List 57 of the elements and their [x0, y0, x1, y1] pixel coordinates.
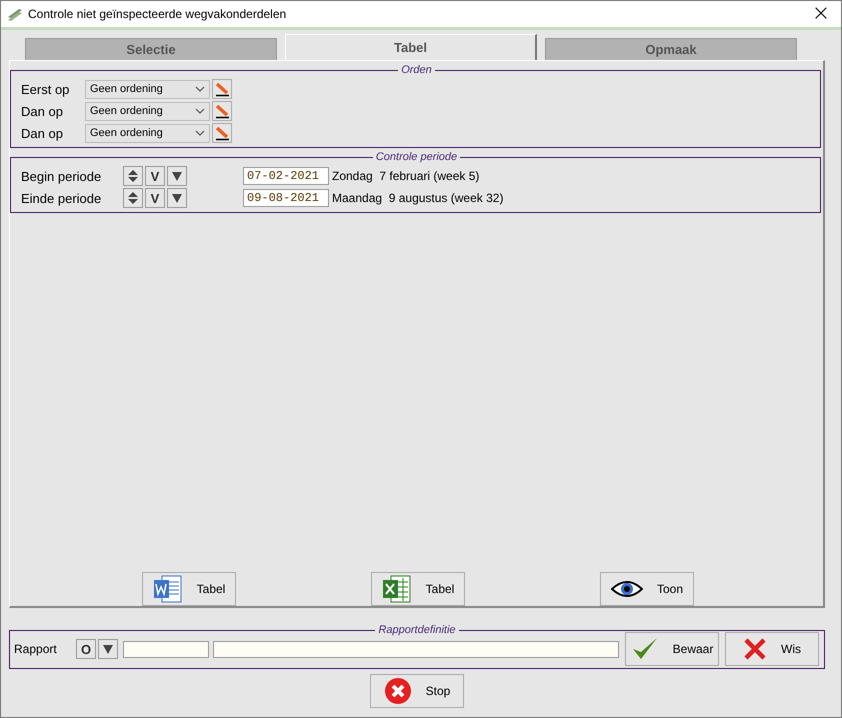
tab[interactable]: Selectie — [25, 38, 277, 60]
window-title: Controle niet geïnspecteerde wegvakonderdelen — [28, 7, 288, 21]
eye-icon — [610, 579, 643, 599]
spin-button[interactable] — [123, 188, 143, 208]
chevron-icon — [195, 86, 205, 92]
group-title: Orden — [400, 64, 433, 76]
input-field[interactable] — [213, 640, 619, 658]
field-label: Rapport — [14, 642, 58, 656]
chevron-icon — [195, 108, 205, 114]
field-label: Begin periode — [21, 168, 102, 184]
pencil-icon — [214, 125, 230, 141]
dropdown-button[interactable] — [98, 639, 118, 659]
sort-dropdown[interactable]: Geen ordening — [85, 80, 210, 98]
close-button[interactable]: × — [801, 1, 841, 27]
document-icon — [152, 574, 183, 604]
dropdown-button[interactable] — [167, 166, 187, 186]
open-button[interactable]: O — [76, 639, 96, 659]
group-title: Rapportdefinitie — [377, 624, 457, 636]
up-down-icon — [127, 169, 139, 183]
triangle-down-icon — [172, 193, 182, 203]
clear-button[interactable]: Wis — [725, 632, 819, 666]
pencil-icon — [214, 81, 230, 97]
input-field[interactable] — [123, 640, 209, 658]
group-title: Controle periode — [374, 151, 458, 163]
tab[interactable]: Opmaak — [545, 38, 797, 60]
export-button[interactable]: Tabel — [371, 572, 465, 606]
pencil-icon — [214, 103, 230, 119]
pencil-button[interactable] — [212, 123, 232, 143]
field-label: Eerst op — [21, 82, 70, 96]
date-field[interactable]: 09-08-2021 — [243, 189, 329, 207]
pencil-button[interactable] — [212, 101, 232, 121]
triangle-down-icon — [103, 644, 113, 654]
spreadsheet-icon — [382, 574, 412, 604]
spin-button[interactable] — [123, 166, 143, 186]
tab[interactable]: Tabel — [285, 34, 537, 60]
sort-dropdown[interactable]: Geen ordening — [85, 124, 210, 142]
pencil-button[interactable] — [212, 79, 232, 99]
stop-button[interactable]: Stop — [370, 674, 464, 708]
up-down-icon — [127, 191, 139, 205]
view-button[interactable]: Toon — [600, 572, 694, 606]
field-label: Einde periode — [21, 190, 102, 206]
export-button[interactable]: Tabel — [142, 572, 236, 606]
save-button[interactable]: Bewaar — [625, 632, 719, 666]
today-button[interactable]: V — [145, 188, 165, 208]
chevron-icon — [195, 130, 205, 136]
date-description: Zondag 7 februari (week 5) — [332, 169, 480, 183]
field-label: Dan op — [21, 104, 64, 118]
cross-icon — [743, 637, 767, 661]
triangle-down-icon — [172, 171, 182, 181]
date-description: Maandag 9 augustus (week 32) — [332, 191, 504, 205]
app-icon — [7, 7, 23, 21]
date-field[interactable]: 07-02-2021 — [243, 167, 329, 185]
today-button[interactable]: V — [145, 166, 165, 186]
stop-icon — [384, 677, 412, 705]
dropdown-button[interactable] — [167, 188, 187, 208]
sort-dropdown[interactable]: Geen ordening — [85, 102, 210, 120]
field-label: Dan op — [21, 126, 64, 140]
